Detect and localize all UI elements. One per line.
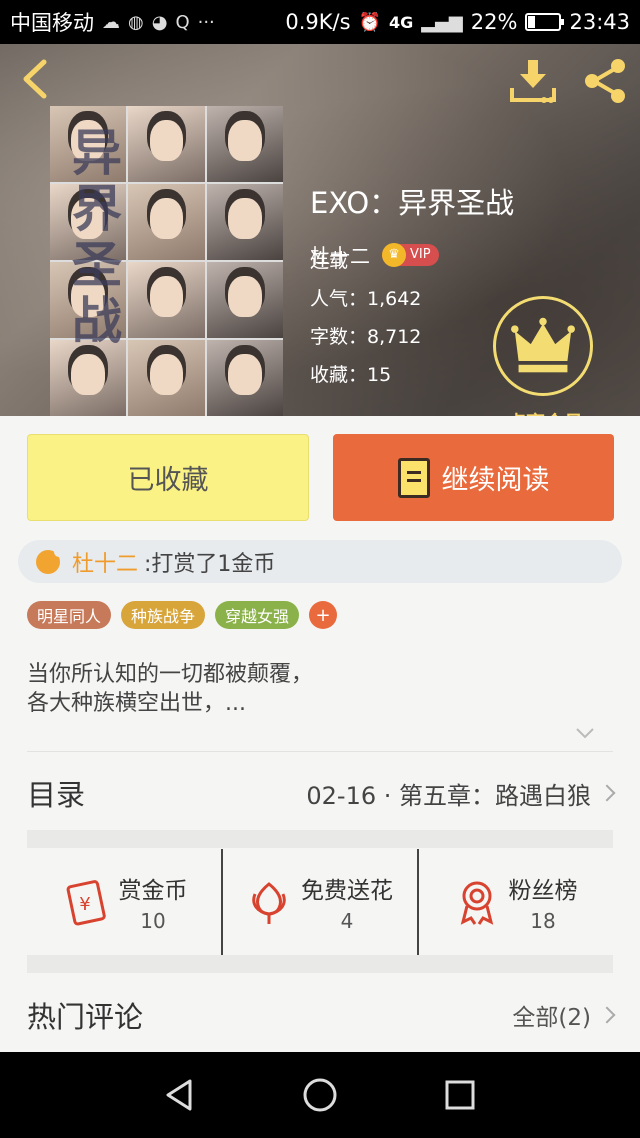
stat-label: 粉丝榜 [508, 878, 578, 904]
latest-chapter[interactable]: 02-16 · 第五章：路遇白狼 [306, 776, 616, 811]
word-count: 字数：8,712 [310, 326, 422, 348]
serial-status: 连载 [310, 250, 349, 272]
description-line: 各大种族横空出世，... [27, 691, 246, 716]
clock: 23:43 [569, 10, 630, 34]
stat-count: 18 [530, 909, 556, 933]
app-icon: ◕ [151, 11, 168, 33]
cloud-icon: ☁ [102, 11, 120, 33]
stat-count: 10 [140, 909, 166, 933]
alarm-icon: ⏰ [358, 11, 381, 33]
section-divider [27, 955, 613, 973]
tag-item[interactable]: 明星同人 [27, 601, 112, 629]
network-type: 4G [388, 12, 414, 32]
toc-title: 目录 [27, 778, 86, 812]
battery-percent: 22% [470, 10, 518, 34]
popularity: 人气：1,642 [310, 288, 422, 310]
network-speed: 0.9K/s [285, 10, 351, 34]
tip-notice[interactable]: 杜十二 :打赏了1金币 [18, 540, 622, 583]
flower-icon [252, 882, 286, 924]
battery-icon [525, 13, 565, 31]
divider [27, 751, 613, 752]
crown-icon: ♛ [382, 242, 406, 267]
latest-chapter-label: 02-16 · 第五章：路遇白狼 [306, 781, 591, 810]
tag-item[interactable]: 种族战争 [121, 601, 206, 629]
vip-badge: ♛ VIP [382, 242, 439, 267]
book-title: EXO：异界圣战 [310, 186, 515, 220]
stat-label: 赏金币 [118, 878, 188, 904]
stat-label: 免费送花 [301, 878, 393, 904]
add-tag-button[interactable]: + [309, 601, 338, 629]
signal-icon: ▂▄▆ [421, 11, 463, 33]
system-nav-bar [0, 1052, 640, 1138]
tag-list: 明星同人 种族战争 穿越女强 + [27, 601, 338, 629]
stat-count: 4 [340, 909, 354, 933]
status-bar: 中国移动 ☁ ◍ ◕ Q ··· 0.9K/s ⏰ 4G ▂▄▆ 22% 23:… [0, 0, 640, 44]
favorite-count: 收藏：15 [310, 364, 392, 386]
reward-coins[interactable]: ¥ 赏金币 10 [27, 849, 221, 955]
red-envelope-icon: ¥ [66, 880, 106, 926]
download-icon[interactable] [508, 58, 558, 104]
more-notifications-icon: ··· [197, 11, 215, 33]
tag-item[interactable]: 穿越女强 [215, 601, 300, 629]
book-description: 当你所认知的一切都被颠覆， 各大种族横空出世，... [27, 660, 313, 718]
notification-icon: ◍ [128, 11, 144, 33]
tip-text: :打赏了1金币 [144, 551, 276, 577]
hot-comments-row[interactable]: 热门评论 全部(2) [27, 990, 616, 1040]
svg-text:¥: ¥ [79, 894, 90, 915]
tip-user[interactable]: 杜十二 [72, 546, 138, 578]
continue-reading-label: 继续阅读 [441, 465, 550, 496]
book-icon [397, 457, 430, 498]
cover-title: 异界圣战 [64, 126, 123, 350]
recents-nav-icon[interactable] [442, 1077, 478, 1113]
book-cover[interactable]: 异界圣战 [50, 106, 283, 416]
fan-ranking[interactable]: 粉丝榜 18 [417, 849, 613, 955]
back-icon[interactable] [16, 56, 56, 102]
interaction-stats: ¥ 赏金币 10 免费送花 4 粉丝榜 18 [27, 849, 613, 955]
table-of-contents-row[interactable]: 目录 02-16 · 第五章：路遇白狼 [27, 768, 616, 818]
all-comments-label: 全部(2) [512, 1005, 591, 1031]
chevron-down-icon[interactable] [574, 722, 596, 744]
free-flowers[interactable]: 免费送花 4 [221, 849, 417, 955]
vip-label: VIP [410, 247, 431, 262]
chevron-right-icon [598, 1006, 616, 1024]
description-line: 当你所认知的一切都被颠覆， [27, 662, 314, 687]
favorited-label: 已收藏 [127, 465, 209, 496]
section-divider [27, 830, 613, 848]
crown-icon[interactable] [493, 296, 593, 396]
share-icon[interactable] [580, 56, 630, 106]
search-app-icon: Q [175, 11, 190, 33]
moon-icon [36, 546, 64, 574]
carrier-name: 中国移动 [10, 11, 94, 35]
light-up-membership[interactable]: 点亮会员 [490, 408, 600, 416]
view-all-comments[interactable]: 全部(2) [512, 998, 616, 1032]
favorited-button[interactable]: 已收藏 [27, 434, 309, 521]
book-header: 异界圣战 EXO：异界圣战 杜十二 ♛ VIP 连载 人气：1,642 字数：8… [0, 44, 640, 416]
back-nav-icon[interactable] [162, 1077, 198, 1113]
ribbon-medal-icon [460, 881, 493, 925]
home-nav-icon[interactable] [302, 1077, 338, 1113]
chevron-right-icon [598, 784, 616, 802]
hot-comments-title: 热门评论 [27, 1000, 144, 1034]
continue-reading-button[interactable]: 继续阅读 [333, 434, 614, 521]
